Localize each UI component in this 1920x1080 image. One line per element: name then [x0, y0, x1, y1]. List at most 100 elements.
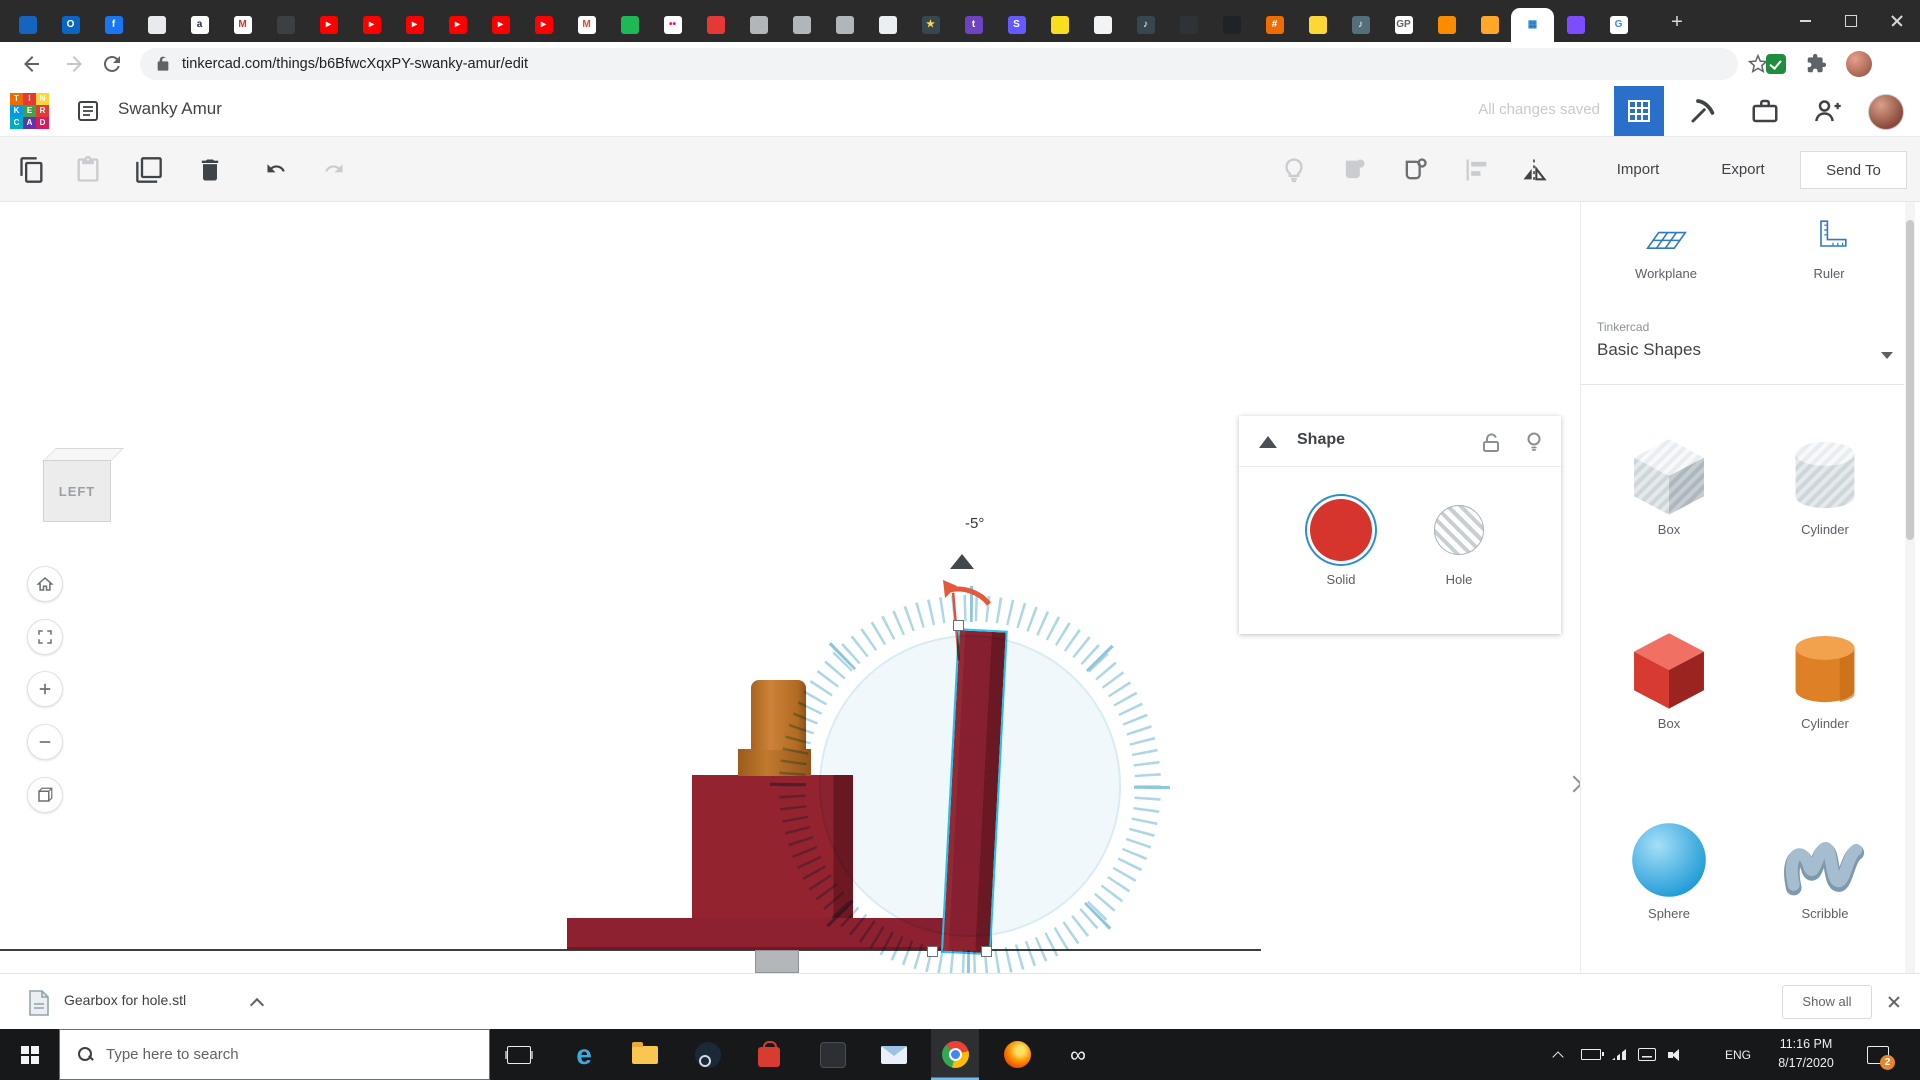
edge-app-button[interactable]: e [560, 1029, 608, 1080]
task-view-button[interactable] [495, 1029, 543, 1080]
browser-tab[interactable] [1554, 8, 1597, 42]
file-explorer-button[interactable] [621, 1029, 669, 1080]
browser-tab[interactable]: a [178, 8, 221, 42]
browser-tab[interactable] [823, 8, 866, 42]
browser-tab[interactable]: S [995, 8, 1038, 42]
browser-tab[interactable]: ♪ [1124, 8, 1167, 42]
solid-option[interactable] [1310, 499, 1372, 561]
browser-tab[interactable] [135, 8, 178, 42]
rotate-arrow-icon[interactable] [933, 578, 995, 610]
maximize-button[interactable] [1828, 0, 1874, 42]
browser-profile-avatar[interactable] [1846, 51, 1872, 77]
steam-app-button[interactable] [684, 1029, 732, 1080]
minecraft-pickaxe-icon[interactable] [1688, 96, 1718, 126]
shape-tile-box-red[interactable]: Box [1589, 624, 1749, 754]
browser-tab[interactable] [866, 8, 909, 42]
perspective-toggle-button[interactable] [27, 777, 63, 813]
shape-tile-sphere[interactable]: Sphere [1589, 814, 1749, 944]
browser-tab[interactable] [1425, 8, 1468, 42]
rotation-dial[interactable] [740, 556, 1200, 973]
scale-handle-right[interactable] [981, 946, 992, 957]
category-dropdown[interactable]: Basic Shapes [1597, 340, 1701, 360]
store-app-button[interactable] [745, 1029, 793, 1080]
undo-button[interactable] [262, 156, 290, 184]
browser-tab[interactable]: ▸ [479, 8, 522, 42]
extensions-puzzle-icon[interactable] [1806, 53, 1827, 74]
shape-tile-cylinder-orange[interactable]: Cylinder [1745, 624, 1905, 754]
user-avatar[interactable] [1868, 94, 1904, 130]
hide-bulb-icon[interactable] [1522, 430, 1546, 454]
browser-tab[interactable] [1081, 8, 1124, 42]
browser-tab[interactable] [1167, 8, 1210, 42]
browser-tab[interactable] [608, 8, 651, 42]
mirror-button[interactable] [1520, 156, 1548, 184]
design-list-button[interactable] [76, 99, 100, 123]
collapse-triangle-icon[interactable] [1259, 436, 1277, 448]
browser-tab[interactable]: M [221, 8, 264, 42]
infinity-app-button[interactable]: ∞ [1054, 1029, 1102, 1080]
delete-button[interactable] [196, 156, 224, 184]
browser-tab[interactable]: t [952, 8, 995, 42]
chrome-app-button[interactable] [931, 1029, 979, 1080]
address-bar[interactable]: tinkercad.com/things/b6BfwcXqxPY-swanky-… [140, 48, 1738, 80]
unlock-icon[interactable] [1479, 431, 1503, 455]
browser-tab[interactable]: ▸ [522, 8, 565, 42]
browser-tab[interactable]: G [1597, 8, 1640, 42]
browser-tab[interactable]: ▸ [436, 8, 479, 42]
forward-button[interactable] [62, 52, 86, 76]
ungroup-button[interactable] [1401, 156, 1429, 184]
browser-tab[interactable] [1468, 8, 1511, 42]
shape-tile-scribble[interactable]: Scribble [1745, 814, 1905, 944]
browser-tab[interactable]: M [565, 8, 608, 42]
dark-app-button[interactable] [809, 1029, 857, 1080]
ruler-tool-icon[interactable] [1809, 218, 1849, 258]
zoom-out-button[interactable] [27, 724, 63, 760]
duplicate-button[interactable] [135, 156, 163, 184]
browser-tab[interactable] [694, 8, 737, 42]
bookmark-star-icon[interactable] [1748, 54, 1768, 74]
workplane-tool-icon[interactable] [1643, 220, 1689, 258]
start-button[interactable] [0, 1029, 59, 1080]
export-button[interactable]: Export [1698, 151, 1788, 189]
hole-option[interactable] [1434, 505, 1484, 555]
show-hide-bulb-button[interactable] [1280, 156, 1308, 184]
browser-tab[interactable]: GP [1382, 8, 1425, 42]
rotation-axis-cone-icon[interactable] [950, 554, 974, 569]
download-menu-chevron-icon[interactable] [252, 998, 264, 1006]
tinkercad-logo[interactable]: TIN KER CAD [10, 93, 49, 129]
browser-tab[interactable]: ▸ [350, 8, 393, 42]
scale-handle-left[interactable] [927, 946, 938, 957]
browser-tab[interactable] [264, 8, 307, 42]
redo-button[interactable] [320, 156, 348, 184]
browser-tab[interactable] [6, 8, 49, 42]
tray-network[interactable] [1606, 1029, 1632, 1080]
firefox-app-button[interactable] [993, 1029, 1041, 1080]
design-title[interactable]: Swanky Amur [118, 99, 222, 119]
blocks-view-button[interactable] [1614, 86, 1664, 136]
browser-tab[interactable]: O [49, 8, 92, 42]
viewport-3d[interactable]: LEFT -5° Shape Solid Hole [0, 202, 1580, 973]
sidebar-scrollbar-thumb[interactable] [1906, 220, 1914, 540]
browser-tab[interactable]: ▸ [307, 8, 350, 42]
adblock-extension-icon[interactable] [1766, 54, 1786, 74]
download-bar-close-button[interactable] [1886, 994, 1902, 1010]
browser-tab[interactable]: ▦ [1511, 8, 1554, 42]
browser-tab[interactable] [780, 8, 823, 42]
browser-tab[interactable]: ★ [909, 8, 952, 42]
show-all-downloads-button[interactable]: Show all [1782, 985, 1872, 1019]
browser-tab[interactable]: # [1253, 8, 1296, 42]
shape-tile-box-transparent[interactable]: Box [1589, 430, 1749, 560]
tray-expand-button[interactable] [1544, 1029, 1572, 1080]
copy-button[interactable] [18, 156, 46, 184]
new-tab-button[interactable]: + [1662, 8, 1692, 38]
briefcase-icon[interactable] [1750, 96, 1780, 126]
scale-handle-top[interactable] [953, 620, 964, 631]
align-button[interactable] [1463, 156, 1491, 184]
back-button[interactable] [20, 52, 44, 76]
tray-keyboard[interactable] [1634, 1029, 1660, 1080]
shape-tile-cylinder-transparent[interactable]: Cylinder [1745, 430, 1905, 560]
browser-tab[interactable] [737, 8, 780, 42]
tray-clock[interactable]: 11:16 PM 8/17/2020 [1766, 1035, 1846, 1073]
close-button[interactable] [1874, 0, 1920, 42]
sidebar-collapse-chevron[interactable] [1566, 774, 1580, 796]
